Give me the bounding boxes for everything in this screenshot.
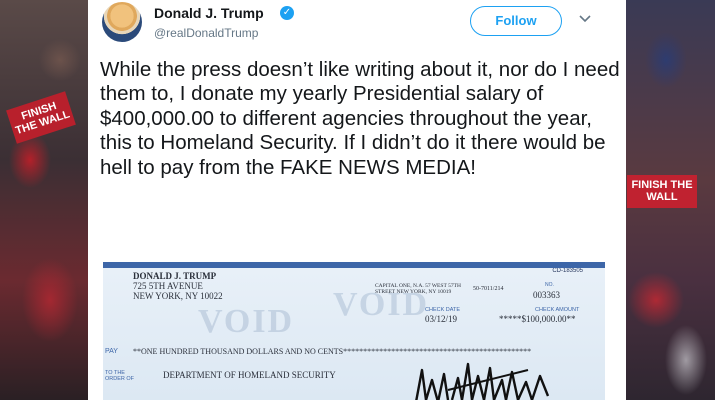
check-top-number: CD-183505	[552, 268, 583, 274]
check-number: 003363	[533, 290, 560, 300]
author-name[interactable]: Donald J. Trump	[154, 5, 264, 21]
finish-the-wall-sign-right: FINISH THE WALL	[627, 175, 697, 209]
payer-address-line-2: NEW YORK, NY 10022	[133, 291, 223, 301]
verified-badge-icon: ✓	[280, 6, 294, 20]
finish-the-wall-sign-left: FINISH THE WALL	[6, 91, 76, 144]
bank-info: CAPITAL ONE, N.A. 57 WEST 57TH STREET NE…	[375, 283, 461, 295]
payer-address-line-1: 725 5TH AVENUE	[133, 281, 203, 291]
check-date: 03/12/19	[425, 314, 458, 324]
tweet-card: Donald J. Trump ✓ @realDonaldTrump Follo…	[88, 0, 626, 400]
void-watermark: VOID	[198, 303, 295, 340]
routing-number: 50-7011/214	[473, 286, 504, 292]
check-number-label: NO.	[545, 282, 554, 288]
author-handle[interactable]: @realDonaldTrump	[154, 26, 258, 40]
background-photo-right: FINISH THE WALL	[626, 0, 715, 400]
background-photo-left: FINISH THE WALL	[0, 0, 88, 400]
order-of-label: TO THE ORDER OF	[105, 370, 135, 382]
payee: DEPARTMENT OF HOMELAND SECURITY	[163, 370, 336, 380]
chevron-down-icon[interactable]	[578, 12, 592, 26]
check-amount: *****$100,000.00**	[499, 314, 576, 324]
payer-name: DONALD J. TRUMP	[133, 271, 217, 281]
check-amount-label: CHECK AMOUNT	[535, 307, 580, 313]
check-fine-print: THIS CHECK IS PRINTED ON CHEMICAL REACTI…	[179, 262, 529, 268]
check-date-label: CHECK DATE	[425, 307, 461, 313]
signature-icon	[415, 362, 550, 400]
tweet-text: While the press doesn’t like writing abo…	[100, 58, 620, 179]
follow-button[interactable]: Follow	[470, 6, 562, 36]
avatar[interactable]	[102, 2, 142, 42]
check-image[interactable]: THIS CHECK IS PRINTED ON CHEMICAL REACTI…	[103, 262, 605, 400]
pay-label: PAY	[105, 348, 118, 355]
